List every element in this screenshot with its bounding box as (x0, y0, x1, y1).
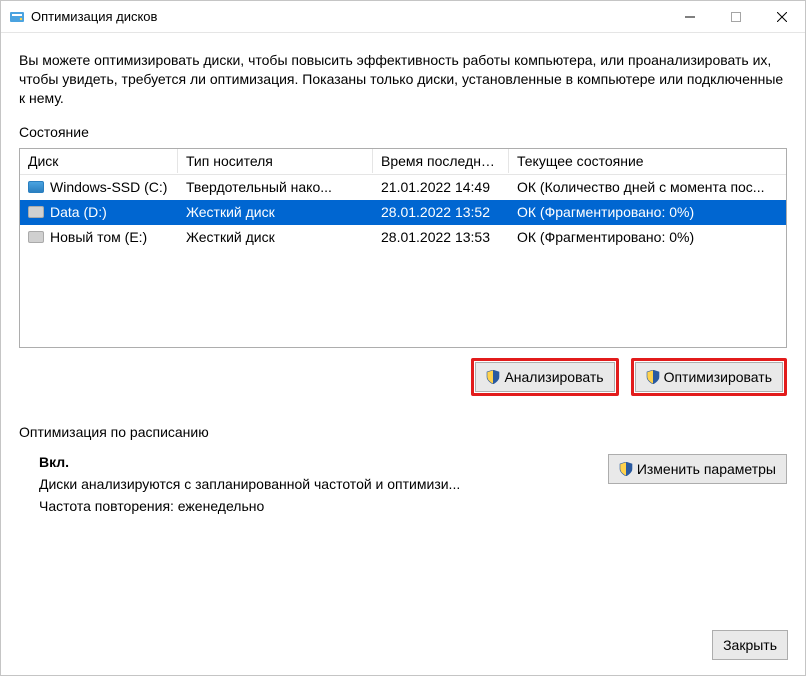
schedule-section-header: Оптимизация по расписанию (19, 424, 787, 440)
table-row[interactable]: Windows-SSD (C:) Твердотельный нако...21.… (20, 175, 786, 200)
titlebar: Оптимизация дисков (1, 1, 805, 33)
table-row[interactable]: Новый том (E:) Жесткий диск28.01.2022 13:… (20, 225, 786, 250)
drive-lastrun: 21.01.2022 14:49 (373, 176, 509, 198)
close-dialog-button[interactable]: Закрыть (712, 630, 788, 660)
list-header: Диск Тип носителя Время последне... Теку… (20, 149, 786, 175)
window-controls (667, 1, 805, 33)
analyze-button[interactable]: Анализировать (475, 362, 614, 392)
optimize-button-label: Оптимизировать (664, 369, 772, 385)
change-settings-label: Изменить параметры (637, 461, 776, 477)
analyze-button-label: Анализировать (504, 369, 603, 385)
close-dialog-label: Закрыть (723, 637, 777, 653)
change-settings-wrap: Изменить параметры (608, 454, 787, 520)
col-time[interactable]: Время последне... (373, 149, 509, 173)
change-settings-button[interactable]: Изменить параметры (608, 454, 787, 484)
window-title: Оптимизация дисков (31, 9, 667, 24)
action-row: Анализировать Оптимизировать (19, 358, 787, 396)
drive-name: Data (D:) (50, 204, 107, 220)
schedule-text: Вкл. Диски анализируются с запланированн… (19, 454, 608, 520)
analyze-highlight: Анализировать (471, 358, 618, 396)
drive-listview[interactable]: Диск Тип носителя Время последне... Теку… (19, 148, 787, 348)
drive-lastrun: 28.01.2022 13:53 (373, 226, 509, 248)
content-area: Вы можете оптимизировать диски, чтобы по… (1, 33, 805, 520)
schedule-block: Вкл. Диски анализируются с запланированн… (19, 454, 787, 520)
drive-name: Windows-SSD (C:) (50, 179, 167, 195)
schedule-line2: Частота повторения: еженедельно (39, 498, 608, 514)
ssd-drive-icon (28, 181, 44, 193)
shield-icon (646, 370, 660, 384)
drive-type: Жесткий диск (178, 226, 373, 248)
minimize-button[interactable] (667, 1, 713, 33)
drive-name: Новый том (E:) (50, 229, 147, 245)
col-type[interactable]: Тип носителя (178, 149, 373, 173)
optimize-highlight: Оптимизировать (631, 358, 787, 396)
footer: Закрыть (712, 630, 788, 660)
drive-status: ОК (Фрагментировано: 0%) (509, 226, 786, 248)
optimize-button[interactable]: Оптимизировать (635, 362, 783, 392)
drive-lastrun: 28.01.2022 13:52 (373, 201, 509, 223)
intro-text: Вы можете оптимизировать диски, чтобы по… (19, 51, 787, 108)
divider (217, 431, 787, 432)
drive-status: ОК (Фрагментировано: 0%) (509, 201, 786, 223)
shield-icon (486, 370, 500, 384)
table-row[interactable]: Data (D:) Жесткий диск28.01.2022 13:52ОК … (20, 200, 786, 225)
schedule-label: Оптимизация по расписанию (19, 424, 209, 440)
drive-type: Жесткий диск (178, 201, 373, 223)
hdd-drive-icon (28, 206, 44, 218)
app-icon (9, 9, 25, 25)
state-label: Состояние (19, 124, 787, 140)
maximize-button[interactable] (713, 1, 759, 33)
col-disk[interactable]: Диск (20, 149, 178, 173)
col-state[interactable]: Текущее состояние (509, 149, 786, 173)
schedule-line1: Диски анализируются с запланированной ча… (39, 476, 608, 492)
drive-type: Твердотельный нако... (178, 176, 373, 198)
hdd-drive-icon (28, 231, 44, 243)
drive-status: ОК (Количество дней с момента пос... (509, 176, 786, 198)
schedule-status: Вкл. (39, 454, 608, 470)
close-button[interactable] (759, 1, 805, 33)
shield-icon (619, 462, 633, 476)
